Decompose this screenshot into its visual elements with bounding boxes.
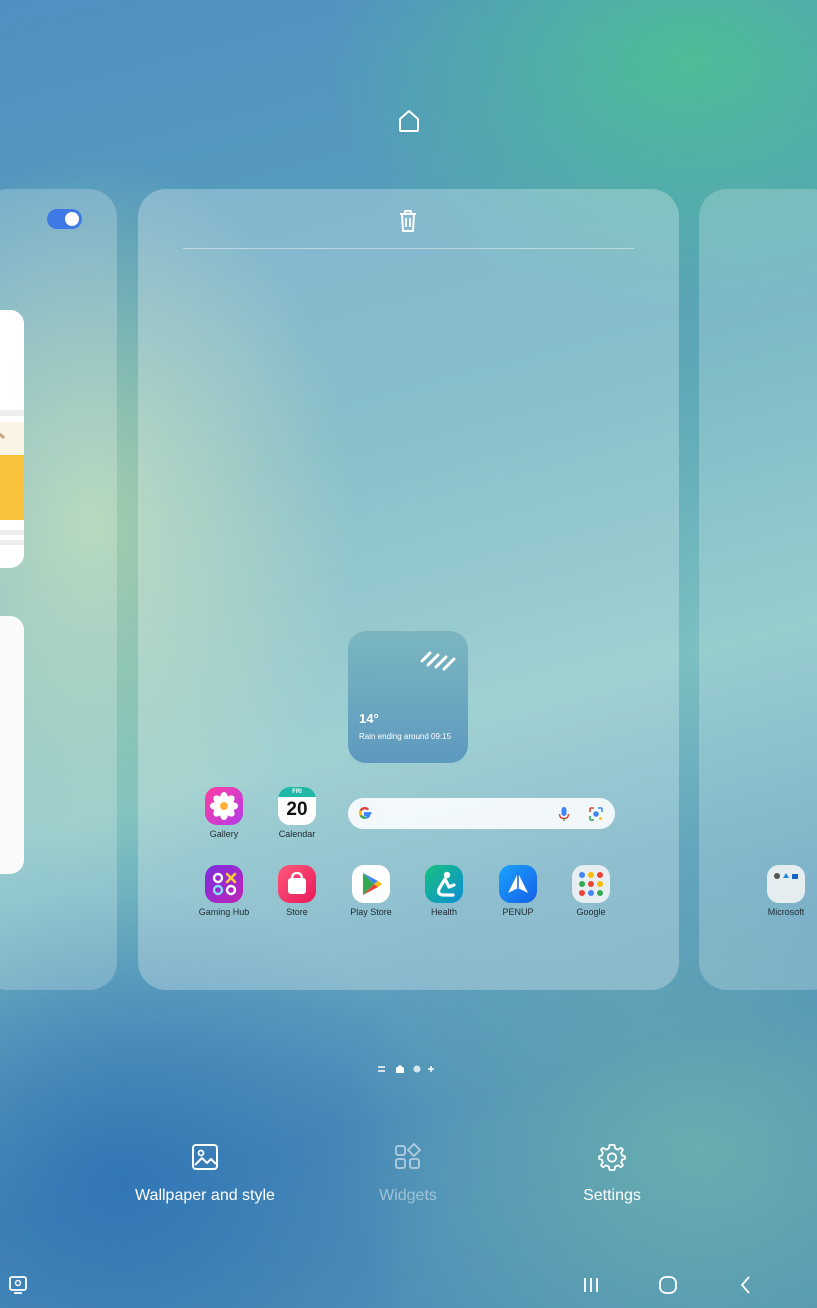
- app-penup[interactable]: PENUP: [482, 865, 554, 917]
- widgets-label: Widgets: [379, 1187, 437, 1204]
- app-label: Google: [576, 907, 606, 917]
- google-folder-icon: [572, 865, 610, 903]
- google-search-bar[interactable]: [348, 798, 615, 829]
- weather-widget[interactable]: 14° Rain ending around 09:15: [348, 631, 468, 763]
- weather-temp: 14°: [359, 711, 379, 726]
- rain-icon: [420, 651, 456, 671]
- trash-icon[interactable]: [397, 209, 419, 233]
- image-icon: [192, 1144, 218, 1170]
- widgets-icon: [395, 1143, 421, 1169]
- gaming-hub-icon: [205, 865, 243, 903]
- microsoft-folder-icon: [767, 865, 805, 903]
- home-page-card-current[interactable]: 14° Rain ending around 09:15 Gallery FRI…: [138, 189, 679, 990]
- app-gallery[interactable]: Gallery: [188, 787, 260, 839]
- wallpaper-and-style-button[interactable]: Wallpaper and style: [130, 1142, 280, 1205]
- home-icon[interactable]: [396, 108, 422, 134]
- weather-description: Rain ending around 09:15: [359, 732, 452, 741]
- app-label: Health: [430, 907, 457, 917]
- gear-icon: [598, 1144, 626, 1171]
- app-google-folder[interactable]: Google: [555, 865, 627, 917]
- app-label: Calendar: [278, 829, 316, 839]
- settings-button[interactable]: Settings: [562, 1142, 662, 1205]
- widget-preview: [0, 310, 24, 568]
- gallery-flower-icon: [205, 787, 243, 825]
- calendar-day: FRI: [278, 787, 316, 797]
- home-page-card-left[interactable]: [0, 189, 117, 990]
- home-page-card-right[interactable]: Microsoft: [699, 189, 817, 990]
- app-store[interactable]: Store: [261, 865, 333, 917]
- app-gaming-hub[interactable]: Gaming Hub: [188, 865, 260, 917]
- app-label: Play Store: [350, 907, 392, 917]
- app-play-store[interactable]: Play Store: [335, 865, 407, 917]
- page-indicator[interactable]: [376, 1062, 438, 1076]
- calendar-date: 20: [286, 799, 308, 820]
- mic-icon[interactable]: [558, 806, 570, 822]
- page-toggle[interactable]: [47, 209, 82, 229]
- play-store-icon: [352, 865, 390, 903]
- penup-icon: [499, 865, 537, 903]
- widgets-button[interactable]: Widgets: [358, 1142, 458, 1205]
- app-label: Gaming Hub: [198, 907, 250, 917]
- home-button-icon[interactable]: [656, 1273, 680, 1297]
- app-health[interactable]: Health: [408, 865, 480, 917]
- back-icon[interactable]: [734, 1273, 758, 1297]
- app-calendar[interactable]: FRI 20 Calendar: [261, 787, 333, 839]
- screen-rotate-icon[interactable]: [7, 1273, 31, 1297]
- app-label: Store: [286, 907, 308, 917]
- app-label: Gallery: [209, 829, 239, 839]
- divider: [183, 248, 634, 249]
- lens-icon[interactable]: [588, 806, 604, 822]
- calendar-icon: FRI 20: [278, 787, 316, 825]
- app-label: Microsoft: [767, 907, 805, 917]
- google-g-icon: [358, 807, 372, 819]
- settings-label: Settings: [583, 1187, 641, 1204]
- app-label: PENUP: [502, 907, 534, 917]
- store-bag-icon: [278, 865, 316, 903]
- wallpaper-and-style-label: Wallpaper and style: [135, 1187, 275, 1204]
- widget-preview: [0, 616, 24, 874]
- app-microsoft-folder[interactable]: Microsoft: [750, 865, 817, 917]
- recent-apps-icon[interactable]: [579, 1273, 603, 1297]
- health-icon: [425, 865, 463, 903]
